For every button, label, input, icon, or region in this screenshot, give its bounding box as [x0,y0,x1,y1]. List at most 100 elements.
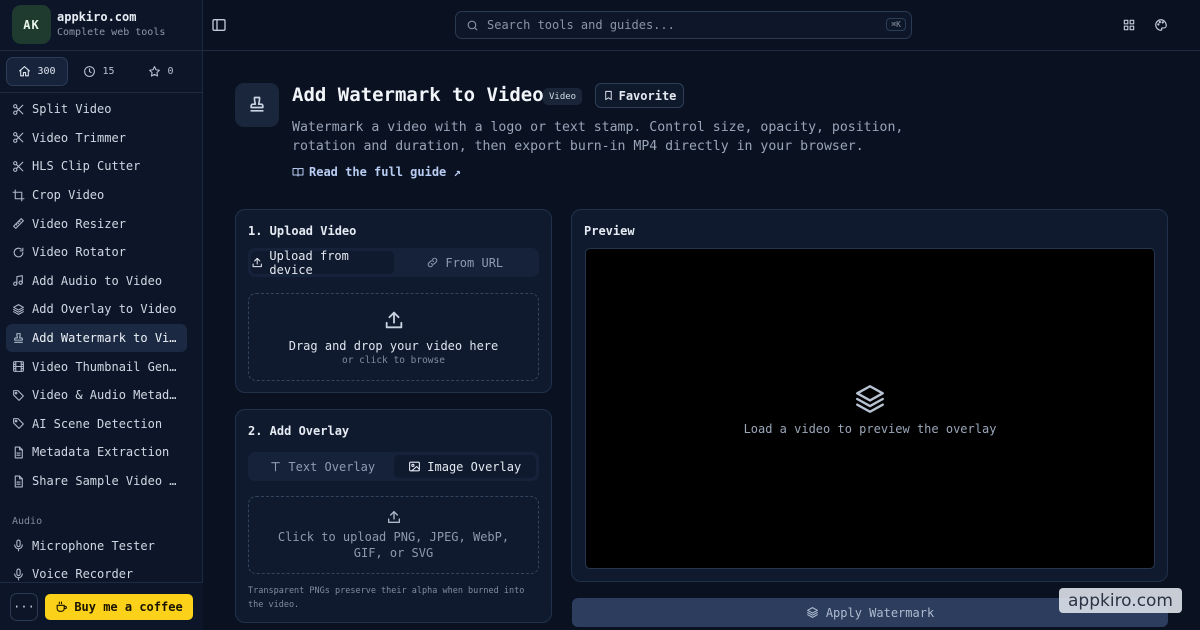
mic-icon [14,568,23,581]
sidebar-item-label: Video Rotator [32,245,126,260]
sidebar-item-split-video[interactable]: Split Video [6,95,197,124]
file-icon [14,475,23,487]
preview-empty-text: Load a video to preview the overlay [743,421,997,436]
history-count: 15 [102,66,115,77]
sidebar-toggle-icon[interactable] [211,17,227,33]
sidebar-item-metadata-extraction[interactable]: Metadata Extraction [6,438,197,467]
favorite-button[interactable]: Favorite [595,83,684,108]
sidebar-item-add-watermark-to-video[interactable]: Add Watermark to Video [6,323,187,353]
site-watermark: appkiro.com [1059,588,1182,613]
sidebar-item-label: Crop Video [32,188,105,203]
home-icon [19,66,31,77]
sidebar-item-label: AI Scene Detection [32,416,163,431]
sidebar-item-microphone-tester[interactable]: Microphone Tester [6,531,197,560]
image-dropzone-label: Click to upload PNG, JPEG, WebP, GIF, or… [277,530,510,560]
tab-from-url-label: From URL [445,255,504,270]
tab-upload-device[interactable]: Upload from device [251,248,394,277]
buy-coffee-button[interactable]: Buy me a coffee [45,594,193,620]
tab-text-overlay-label: Text Overlay [288,459,376,474]
favorites-count-button[interactable]: 0 [130,57,192,86]
layers-icon [13,304,24,315]
upload-card: 1. Upload Video Upload from device From … [235,209,552,393]
stamp-icon [250,96,264,112]
sidebar-item-video-rotator[interactable]: Video Rotator [6,238,197,267]
upload-source-tabs: Upload from device From URL [248,248,539,277]
crop-icon [12,189,25,202]
tab-image-overlay[interactable]: Image Overlay [393,455,536,478]
upload-title: 1. Upload Video [248,224,357,238]
sidebar-item-label: Split Video [32,102,112,117]
divider [0,92,203,93]
star-icon [149,66,161,77]
tab-from-url[interactable]: From URL [394,251,537,274]
sidebar-item-add-overlay-to-video[interactable]: Add Overlay to Video [6,295,197,324]
brand-name[interactable]: appkiro.com [57,10,136,24]
home-count-button[interactable]: 300 [6,57,68,86]
sidebar-item-add-audio-to-video[interactable]: Add Audio to Video [6,267,197,296]
music-icon [13,275,23,287]
sidebar-item-video-thumbnail-gener[interactable]: Video Thumbnail Gener… [6,352,197,381]
sidebar-item-ai-scene-detection[interactable]: AI Scene Detection [6,410,197,439]
tab-upload-device-label: Upload from device [269,248,349,277]
guide-link[interactable]: Read the full guide ↗ [292,165,461,179]
brand-tagline: Complete web tools [57,27,166,38]
sidebar-item-label: Video Thumbnail Gener… [32,359,182,374]
sidebar-item-crop-video[interactable]: Crop Video [6,181,197,210]
bookmark-icon [604,90,612,101]
guide-link-label: Read the full guide ↗ [309,165,461,179]
buy-coffee-label: Buy me a coffee [74,600,183,614]
tab-text-overlay[interactable]: Text Overlay [251,455,394,478]
image-dropzone[interactable]: Click to upload PNG, JPEG, WebP, GIF, or… [248,496,539,574]
video-dropzone[interactable]: Drag and drop your video here or click t… [248,293,539,381]
favorites-count: 0 [167,66,174,77]
sidebar-item-video-audio-metadat[interactable]: Video & Audio Metadat… [6,381,197,410]
film-icon [13,361,24,373]
preview-title: Preview [584,224,635,238]
search-placeholder: Search tools and guides... [487,18,675,32]
upload-icon [387,511,400,523]
sidebar-item-label: Microphone Tester [32,538,155,553]
tool-icon [235,83,279,127]
overlay-title: 2. Add Overlay [248,424,350,438]
link-icon [428,257,438,268]
mic-icon [14,539,23,552]
page-title: Add Watermark to Video [292,84,544,106]
history-count-button[interactable]: 15 [68,57,130,86]
text-icon [271,462,281,472]
palette-icon[interactable] [1154,18,1168,32]
search-input[interactable]: Search tools and guides... ⌘K [455,11,912,39]
tag-icon [13,389,24,401]
upload-icon [252,257,262,268]
overlay-hint: Transparent PNGs preserve their alpha wh… [248,586,525,610]
sidebar-footer: ··· Buy me a coffee [0,582,203,630]
more-button[interactable]: ··· [10,593,38,621]
brand[interactable]: AK appkiro.com Complete web tools [0,0,203,51]
sidebar-item-video-resizer[interactable]: Video Resizer [6,209,197,238]
sidebar-item-label: Video Resizer [32,216,126,231]
search-shortcut: ⌘K [886,18,906,31]
book-icon [292,168,304,177]
sidebar-item-voice-recorder[interactable]: Voice Recorder [6,560,197,582]
coffee-icon [56,601,68,612]
tool-nav: Split Video Video Trimmer HLS Clip Cutter C… [6,95,197,582]
sidebar: AK appkiro.com Complete web tools 300 15… [0,0,203,630]
grid-icon[interactable] [1122,18,1136,32]
image-icon [409,461,421,472]
overlay-card: 2. Add Overlay Text Overlay Image Overla… [235,409,552,623]
tag-icon [13,418,24,430]
preview-canvas[interactable]: Load a video to preview the overlay [585,248,1155,569]
sidebar-item-video-trimmer[interactable]: Video Trimmer [6,124,197,153]
sidebar-item-share-sample-video-fi[interactable]: Share Sample Video Fi… [6,467,197,496]
sidebar-item-label: Share Sample Video Fi… [32,474,182,489]
top-bar: Search tools and guides... ⌘K [203,0,1200,51]
dropzone-sublabel: or click to browse [342,354,445,366]
tab-image-overlay-label: Image Overlay [427,459,522,474]
layers-icon [856,384,884,413]
logo[interactable]: AK [12,5,51,44]
sidebar-item-hls-clip-cutter[interactable]: HLS Clip Cutter [6,152,197,181]
file-icon [14,446,23,459]
layers-icon [806,607,818,618]
overlay-type-tabs: Text Overlay Image Overlay [248,452,539,481]
scissors-icon [13,103,24,115]
sidebar-item-label: Add Watermark to Video [32,331,182,346]
